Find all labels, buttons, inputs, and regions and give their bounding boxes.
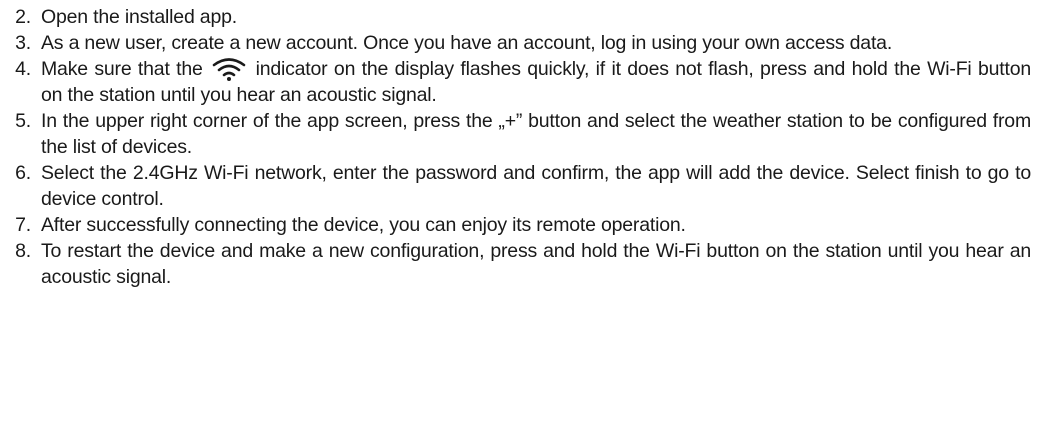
step-text: Make sure that the indicator on the disp… xyxy=(41,56,1031,108)
step-3: 3. As a new user, create a new account. … xyxy=(0,30,1052,56)
step-text: In the upper right corner of the app scr… xyxy=(41,110,1031,158)
step-number: 6. xyxy=(15,162,31,184)
step-number: 8. xyxy=(15,240,31,262)
step-number: 4. xyxy=(15,58,31,80)
step-number: 5. xyxy=(15,110,31,132)
instruction-list: 2. Open the installed app. 3. As a new u… xyxy=(0,0,1052,431)
wifi-icon xyxy=(211,56,247,82)
step-7: 7. After successfully connecting the dev… xyxy=(0,212,1052,238)
step-text: After successfully connecting the device… xyxy=(41,214,686,236)
step-text: Select the 2.4GHz Wi-Fi network, enter t… xyxy=(41,162,1031,210)
step-text: As a new user, create a new account. Onc… xyxy=(41,32,893,54)
step-text: To restart the device and make a new con… xyxy=(41,240,1031,288)
step-5: 5. In the upper right corner of the app … xyxy=(0,108,1052,160)
step-text: Open the installed app. xyxy=(41,6,237,28)
step-number: 2. xyxy=(15,6,31,28)
step-number: 3. xyxy=(15,32,31,54)
step-number: 7. xyxy=(15,214,31,236)
step-2: 2. Open the installed app. xyxy=(0,4,1052,30)
step-4: 4. Make sure that the indicator on the d… xyxy=(0,56,1052,108)
step-8: 8. To restart the device and make a new … xyxy=(0,238,1052,290)
step-text-before-icon: Make sure that the xyxy=(41,58,203,80)
step-6: 6. Select the 2.4GHz Wi-Fi network, ente… xyxy=(0,160,1052,212)
